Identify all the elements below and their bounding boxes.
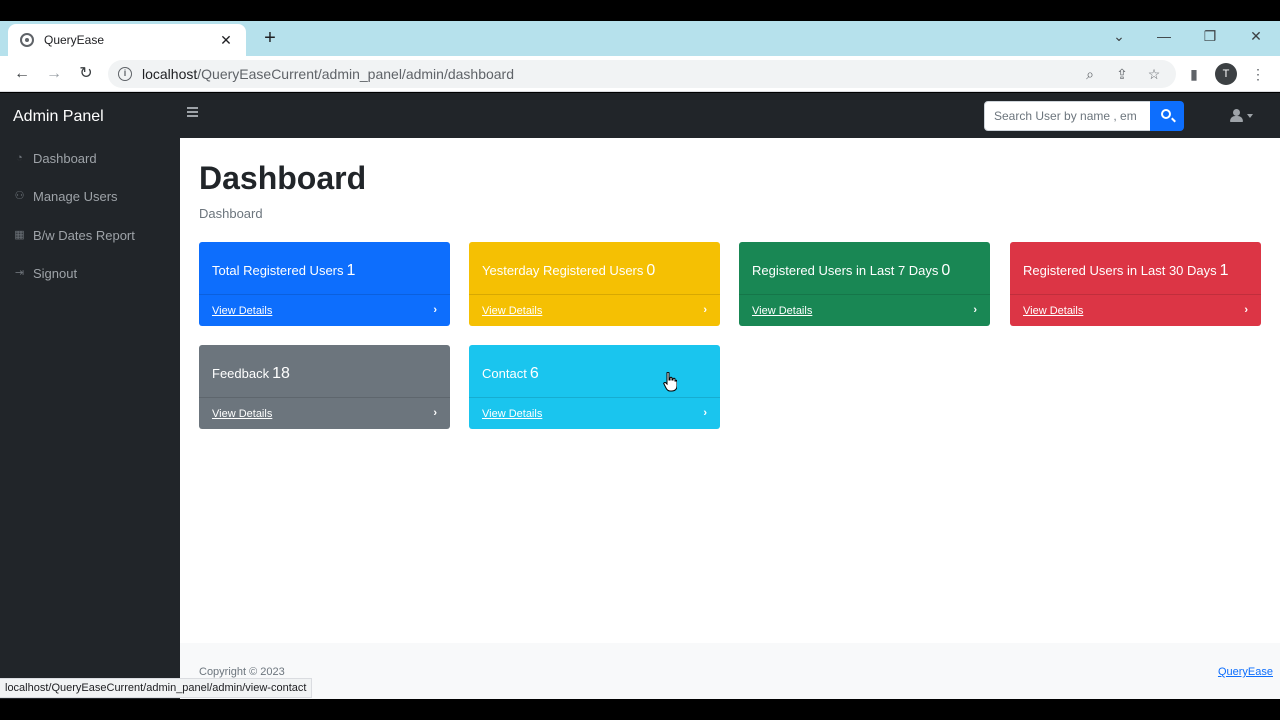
letterbox-bottom bbox=[0, 699, 1280, 720]
globe-icon bbox=[20, 33, 34, 47]
letterbox-top bbox=[0, 0, 1280, 21]
card-contact[interactable]: Contact 6 View Details › bbox=[469, 345, 720, 429]
sidebar-item-dashboard[interactable]: ◔ Dashboard bbox=[13, 151, 97, 166]
restore-icon[interactable]: ❐ bbox=[1198, 26, 1222, 46]
view-details-link[interactable]: View Details bbox=[212, 305, 272, 317]
user-icon bbox=[1233, 109, 1240, 116]
browser-tabstrip: QueryEase ✕ bbox=[0, 21, 1280, 56]
forward-icon[interactable]: → bbox=[44, 64, 64, 84]
card-value: 1 bbox=[1219, 262, 1229, 279]
page-footer: Copyright © 2023 QueryEase bbox=[180, 643, 1280, 699]
card-value: 0 bbox=[941, 262, 951, 279]
card-registered-last-30-days: Registered Users in Last 30 Days 1 View D… bbox=[1010, 242, 1261, 326]
card-value: 18 bbox=[272, 365, 290, 382]
hand-cursor-icon bbox=[663, 372, 677, 392]
sidebar: Admin Panel ◔ Dashboard ⚇ Manage Users ▦… bbox=[0, 93, 180, 699]
sidebar-item-label: B/w Dates Report bbox=[33, 228, 135, 243]
chevron-right-icon[interactable]: › bbox=[433, 407, 437, 419]
sidebar-item-label: Dashboard bbox=[33, 151, 97, 166]
info-icon[interactable]: i bbox=[118, 67, 132, 81]
page-title: Dashboard bbox=[199, 160, 367, 196]
window-close-icon[interactable]: ✕ bbox=[1244, 26, 1268, 46]
hamburger-icon[interactable] bbox=[187, 107, 198, 117]
card-yesterday-registered-users: Yesterday Registered Users 0 View Details… bbox=[469, 242, 720, 326]
footer-link[interactable]: QueryEase bbox=[1218, 666, 1273, 678]
view-details-link[interactable]: View Details bbox=[482, 305, 542, 317]
brand-title[interactable]: Admin Panel bbox=[13, 108, 104, 126]
browser-tab[interactable]: QueryEase ✕ bbox=[8, 24, 246, 56]
profile-avatar[interactable]: T bbox=[1215, 63, 1237, 85]
search-button[interactable] bbox=[1150, 101, 1184, 131]
minimize-icon[interactable]: — bbox=[1152, 26, 1176, 46]
share-icon[interactable]: ⇪ bbox=[1112, 64, 1132, 84]
chevron-right-icon[interactable]: › bbox=[703, 304, 707, 316]
users-icon: ⚇ bbox=[14, 190, 25, 202]
browser-toolbar: ← → ↻ i localhost/QueryEaseCurrent/admin… bbox=[0, 56, 1280, 92]
back-icon[interactable]: ← bbox=[12, 64, 32, 84]
card-registered-last-7-days: Registered Users in Last 7 Days 0 View De… bbox=[739, 242, 990, 326]
search-icon bbox=[1161, 109, 1171, 119]
main-content: Dashboard Dashboard Total Registered Use… bbox=[180, 138, 1280, 699]
sidebar-item-label: Manage Users bbox=[33, 189, 118, 204]
dashboard-icon: ◔ bbox=[16, 152, 23, 164]
card-value: 1 bbox=[346, 262, 356, 279]
zoom-icon[interactable]: ⌕ bbox=[1080, 64, 1100, 84]
side-panel-icon[interactable]: ▮ bbox=[1184, 64, 1204, 84]
view-details-link[interactable]: View Details bbox=[212, 408, 272, 420]
chevron-right-icon[interactable]: › bbox=[973, 304, 977, 316]
copyright-text: Copyright © 2023 bbox=[199, 666, 285, 678]
chevron-right-icon[interactable]: › bbox=[1244, 304, 1248, 316]
reload-icon[interactable]: ↻ bbox=[76, 64, 96, 84]
user-menu-button[interactable] bbox=[1230, 108, 1256, 124]
app: Admin Panel ◔ Dashboard ⚇ Manage Users ▦… bbox=[0, 93, 1280, 699]
status-bar-url: localhost/QueryEaseCurrent/admin_panel/a… bbox=[0, 678, 313, 698]
star-icon[interactable]: ☆ bbox=[1144, 64, 1164, 84]
card-feedback: Feedback 18 View Details › bbox=[199, 345, 450, 429]
sidebar-item-signout[interactable]: ⇥ Signout bbox=[13, 266, 77, 281]
chevron-down-icon[interactable]: ⌄ bbox=[1107, 26, 1131, 46]
breadcrumb: Dashboard bbox=[199, 206, 263, 221]
chevron-right-icon[interactable]: › bbox=[703, 407, 707, 419]
view-details-link[interactable]: View Details bbox=[752, 305, 812, 317]
url-text: localhost/QueryEaseCurrent/admin_panel/a… bbox=[142, 66, 515, 82]
view-details-link[interactable]: View Details bbox=[482, 408, 542, 420]
sidebar-item-label: Signout bbox=[33, 266, 78, 281]
calendar-icon: ▦ bbox=[14, 229, 25, 241]
chevron-right-icon[interactable]: › bbox=[433, 304, 437, 316]
menu-dots-icon[interactable]: ⋮ bbox=[1248, 64, 1268, 84]
sidebar-item-dates-report[interactable]: ▦ B/w Dates Report bbox=[13, 228, 135, 243]
sidebar-item-manage-users[interactable]: ⚇ Manage Users bbox=[13, 189, 118, 204]
search-input[interactable]: Search User by name , em bbox=[984, 101, 1151, 131]
tab-title: QueryEase bbox=[44, 33, 105, 47]
card-value: 6 bbox=[529, 365, 539, 382]
address-bar[interactable]: i localhost/QueryEaseCurrent/admin_panel… bbox=[108, 60, 1176, 88]
card-value: 0 bbox=[646, 262, 656, 279]
card-total-registered-users: Total Registered Users 1 View Details › bbox=[199, 242, 450, 326]
signout-icon: ⇥ bbox=[14, 267, 25, 279]
new-tab-button[interactable]: + bbox=[260, 28, 280, 48]
close-icon[interactable]: ✕ bbox=[218, 32, 234, 49]
top-navbar: Search User by name , em bbox=[180, 93, 1280, 138]
caret-down-icon bbox=[1247, 114, 1253, 118]
view-details-link[interactable]: View Details bbox=[1023, 305, 1083, 317]
